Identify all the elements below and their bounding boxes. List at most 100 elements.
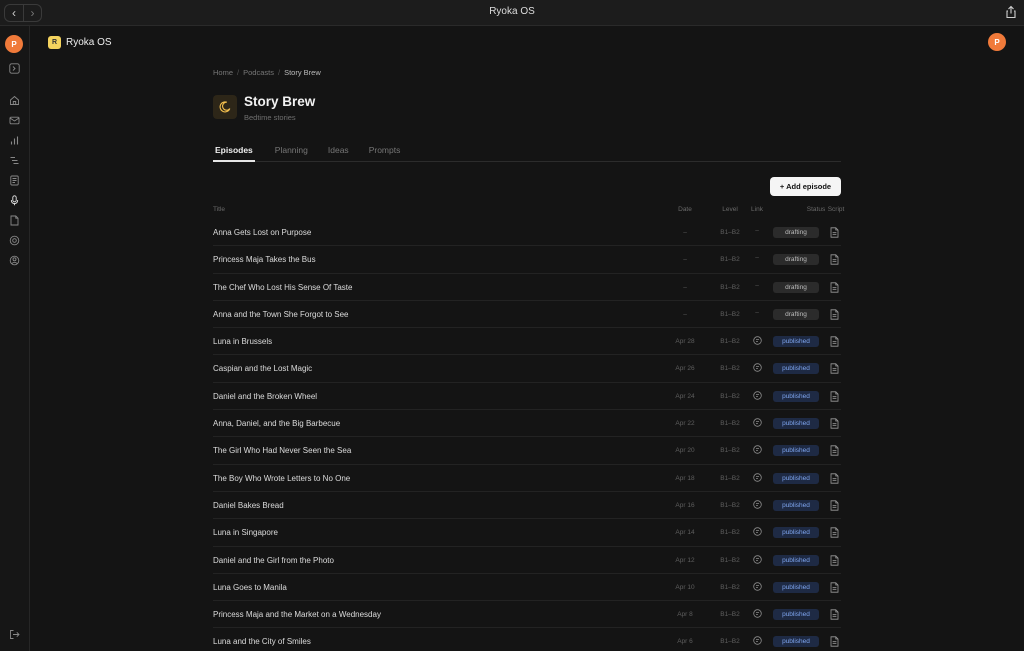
list-icon[interactable] <box>9 155 20 166</box>
episode-title[interactable]: Anna and the Town She Forgot to See <box>213 310 349 319</box>
moon-icon <box>219 101 231 113</box>
episode-link-icon[interactable] <box>750 609 764 620</box>
episode-link-icon[interactable] <box>750 554 764 566</box>
episode-title[interactable]: The Boy Who Wrote Letters to No One <box>213 474 350 483</box>
breadcrumb: Home / Podcasts / Story Brew <box>213 68 321 77</box>
script-document-icon[interactable] <box>830 227 842 239</box>
episode-link-icon[interactable] <box>750 472 764 484</box>
script-document-icon[interactable] <box>830 254 842 266</box>
table-row[interactable]: Anna and the Town She Forgot to See – B1–B… <box>213 301 842 329</box>
tab-episodes[interactable]: Episodes <box>213 140 255 162</box>
tab-prompts[interactable]: Prompts <box>369 140 401 162</box>
script-document-icon[interactable] <box>830 609 842 621</box>
episode-link-icon[interactable] <box>750 527 764 538</box>
table-row[interactable]: Luna in Singapore Apr 14 B1–B2 published <box>213 519 842 547</box>
panel-toggle-icon[interactable] <box>9 63 20 74</box>
episode-level: B1–B2 <box>720 365 740 373</box>
episode-level: B1–B2 <box>720 556 740 564</box>
episode-link-icon[interactable] <box>750 500 764 511</box>
script-document-icon[interactable] <box>830 554 842 567</box>
episode-title[interactable]: Luna Goes to Manila <box>213 583 287 592</box>
script-document-icon[interactable] <box>830 281 842 294</box>
episode-level: B1–B2 <box>720 474 740 482</box>
script-document-icon[interactable] <box>830 500 842 512</box>
episode-link-icon[interactable] <box>750 391 764 402</box>
episode-title[interactable]: Luna and the City of Smiles <box>213 637 311 646</box>
document-icon[interactable] <box>9 215 20 226</box>
episode-title[interactable]: The Chef Who Lost His Sense Of Taste <box>213 283 352 292</box>
script-document-icon[interactable] <box>830 445 842 457</box>
share-icon[interactable] <box>1004 5 1018 19</box>
episode-title[interactable]: Daniel and the Broken Wheel <box>213 392 317 401</box>
script-document-icon[interactable] <box>830 363 842 375</box>
page-subtitle: Bedtime stories <box>244 113 296 122</box>
episode-title[interactable]: Daniel Bakes Bread <box>213 501 284 510</box>
table-row[interactable]: The Boy Who Wrote Letters to No One Apr 1… <box>213 465 841 492</box>
script-document-icon[interactable] <box>830 636 842 648</box>
episode-title[interactable]: Anna Gets Lost on Purpose <box>213 228 311 237</box>
table-row[interactable]: Princess Maja and the Market on a Wednes… <box>213 601 842 629</box>
microphone-icon[interactable] <box>9 195 20 206</box>
episode-title[interactable]: Anna, Daniel, and the Big Barbecue <box>213 419 340 428</box>
bar-chart-icon[interactable] <box>9 135 20 146</box>
episode-date: Apr 6 <box>677 638 693 646</box>
breadcrumb-podcasts[interactable]: Podcasts <box>243 68 274 77</box>
table-row[interactable]: Luna and the City of Smiles Apr 6 B1–B2 pub… <box>213 628 841 651</box>
episode-level: B1–B2 <box>720 229 740 236</box>
script-document-icon[interactable] <box>830 336 842 348</box>
app-name: Ryoka OS <box>66 37 112 48</box>
episode-title[interactable]: Caspian and the Lost Magic <box>213 364 312 373</box>
table-row[interactable]: Anna Gets Lost on Purpose – B1–B2 – drafting <box>213 219 842 247</box>
script-document-icon[interactable] <box>830 473 842 485</box>
episode-link-icon[interactable] <box>750 636 764 647</box>
status-badge: published <box>773 636 819 648</box>
header-avatar[interactable]: P <box>988 33 1006 51</box>
episode-title[interactable]: Daniel and the Girl from the Photo <box>213 556 334 565</box>
episode-title[interactable]: Luna in Singapore <box>213 528 278 537</box>
table-row[interactable]: Princess Maja Takes the Bus – B1–B2 – drafti… <box>213 246 842 274</box>
script-document-icon[interactable] <box>830 418 842 430</box>
episode-title[interactable]: Princess Maja and the Market on a Wednes… <box>213 610 381 619</box>
episode-level: B1–B2 <box>720 310 740 318</box>
episode-title[interactable]: Luna in Brussels <box>213 337 272 346</box>
home-icon[interactable] <box>9 95 20 106</box>
table-row[interactable]: Luna Goes to Manila Apr 10 B1–B2 published <box>213 574 842 602</box>
settings-icon[interactable] <box>9 235 20 246</box>
table-row[interactable]: Daniel and the Broken Wheel Apr 24 B1–B2 pu… <box>213 383 842 411</box>
episode-link-icon[interactable] <box>750 336 764 347</box>
notes-icon[interactable] <box>9 175 20 186</box>
user-avatar[interactable]: P <box>5 35 23 53</box>
script-document-icon[interactable] <box>830 582 842 594</box>
episode-link-icon[interactable] <box>750 363 764 374</box>
table-row[interactable]: The Girl Who Had Never Seen the Sea Apr 2… <box>213 437 842 465</box>
table-row[interactable]: Anna, Daniel, and the Big Barbecue Apr 22… <box>213 410 842 438</box>
episode-link-icon[interactable] <box>750 582 764 593</box>
status-badge: published <box>773 390 819 402</box>
table-row[interactable]: The Chef Who Lost His Sense Of Taste – B1–… <box>213 274 841 301</box>
table-row[interactable]: Caspian and the Lost Magic Apr 26 B1–B2 pub… <box>213 355 842 383</box>
script-document-icon[interactable] <box>830 309 842 321</box>
episode-title[interactable]: Princess Maja Takes the Bus <box>213 255 316 264</box>
status-badge: published <box>773 581 819 593</box>
episode-level: B1–B2 <box>720 420 740 428</box>
user-circle-icon[interactable] <box>9 255 20 266</box>
breadcrumb-separator: / <box>277 68 281 77</box>
table-row[interactable]: Luna in Brussels Apr 28 B1–B2 published <box>213 328 842 356</box>
episode-link: – <box>755 308 759 316</box>
table-row[interactable]: Daniel and the Girl from the Photo Apr 12… <box>213 547 841 574</box>
episode-date: Apr 10 <box>675 583 695 591</box>
episode-link-icon[interactable] <box>750 445 764 456</box>
episode-link-icon[interactable] <box>750 418 764 429</box>
tab-ideas[interactable]: Ideas <box>328 140 349 162</box>
episode-level: B1–B2 <box>720 447 740 455</box>
column-header-link: Link <box>751 206 763 213</box>
logout-icon[interactable] <box>9 629 20 640</box>
episode-title[interactable]: The Girl Who Had Never Seen the Sea <box>213 446 351 455</box>
breadcrumb-home[interactable]: Home <box>213 68 233 77</box>
script-document-icon[interactable] <box>830 391 842 403</box>
script-document-icon[interactable] <box>830 527 842 539</box>
tab-planning[interactable]: Planning <box>275 140 308 162</box>
mail-icon[interactable] <box>9 115 20 126</box>
add-episode-button[interactable]: + Add episode <box>770 177 841 196</box>
table-row[interactable]: Daniel Bakes Bread Apr 16 B1–B2 published <box>213 492 842 520</box>
